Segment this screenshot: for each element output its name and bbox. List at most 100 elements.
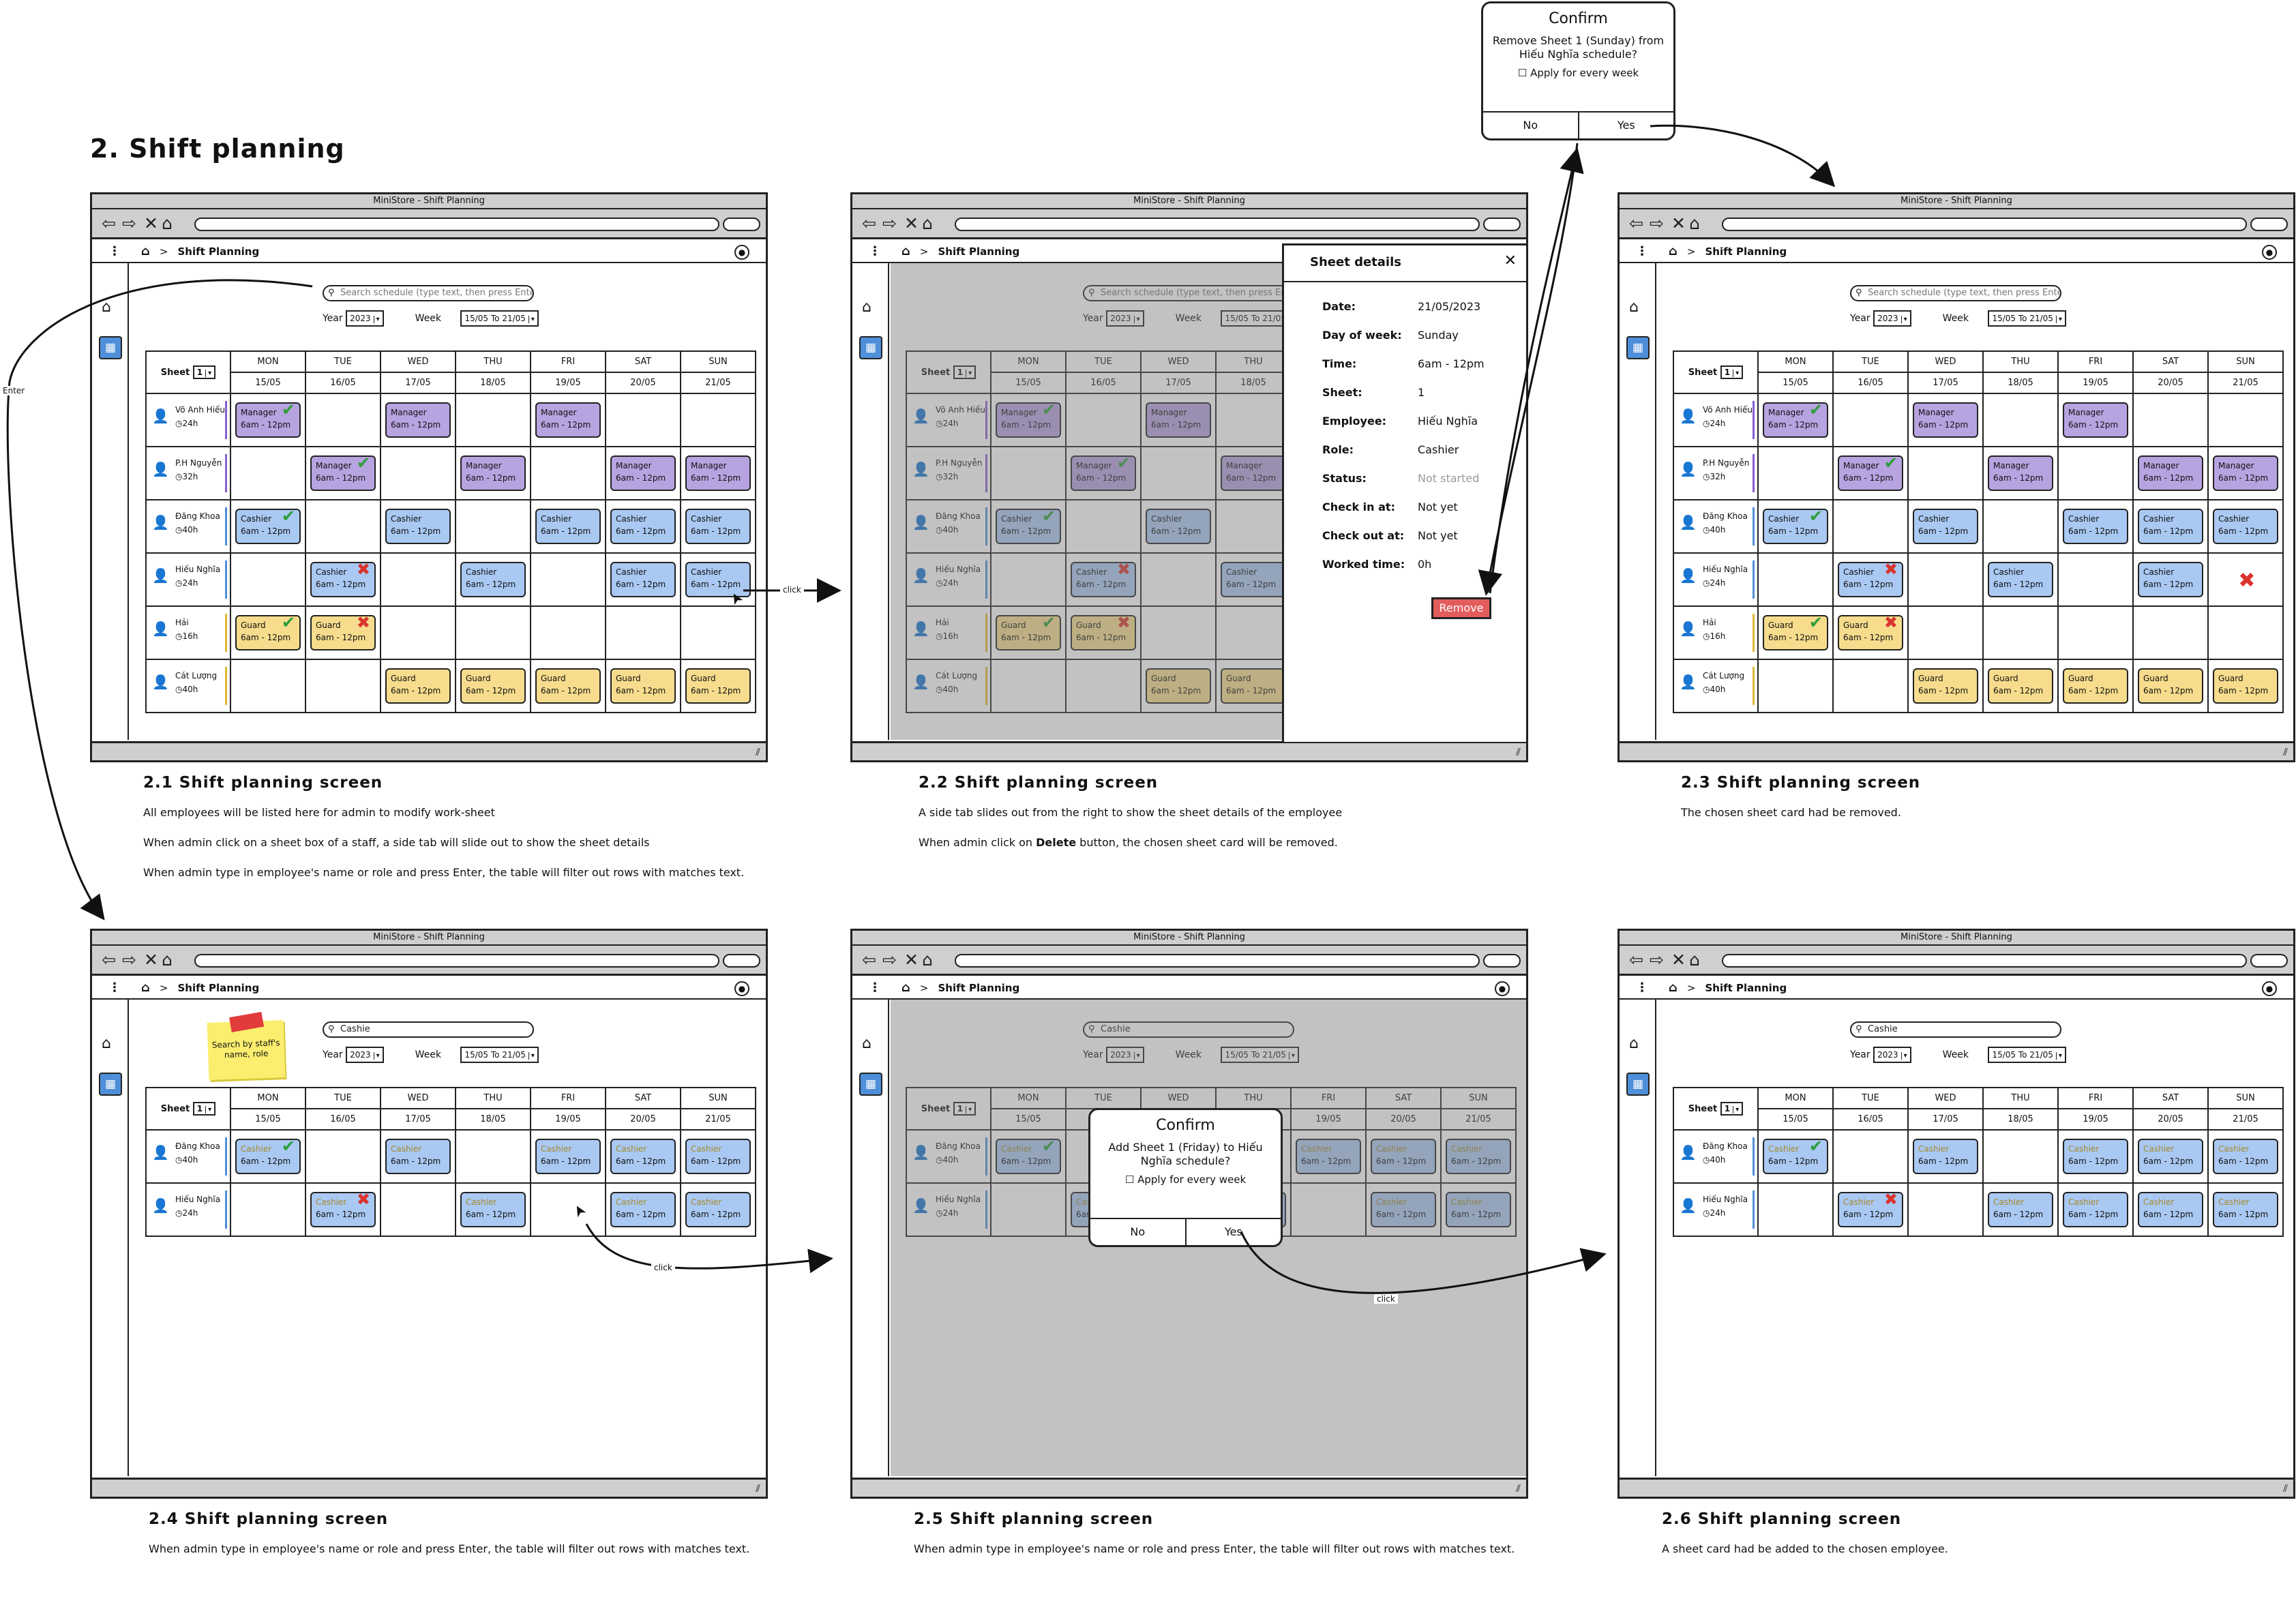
year-select[interactable]: 2023 ▾: [1873, 1047, 1911, 1063]
back-icon[interactable]: ⇦: [862, 951, 876, 970]
schedule-cell[interactable]: Guard 6am - 12pm: [2132, 659, 2209, 713]
schedule-cell[interactable]: [2057, 605, 2134, 660]
schedule-cell[interactable]: Cashier 6am - 12pm: [680, 1129, 756, 1184]
home-icon[interactable]: ⌂: [102, 299, 111, 316]
browser-search-button[interactable]: [723, 954, 760, 968]
shift-card[interactable]: Guard 6am - 12pm ✔: [1763, 615, 1828, 650]
sheet-select[interactable]: 1 ▾: [192, 365, 216, 379]
schedule-cell[interactable]: Cashier 6am - 12pm ✔: [1757, 499, 1834, 554]
shift-card[interactable]: Manager 6am - 12pm: [1913, 402, 1978, 438]
shift-card[interactable]: Manager 6am - 12pm: [535, 402, 601, 438]
schedule-cell[interactable]: [1832, 1129, 1909, 1184]
calendar-icon[interactable]: ▦: [1626, 336, 1650, 359]
shift-card[interactable]: Cashier 6am - 12pm ✔: [235, 1139, 301, 1174]
schedule-cell[interactable]: Cashier 6am - 12pm: [1907, 1129, 1984, 1184]
address-bar[interactable]: [194, 954, 719, 968]
forward-icon[interactable]: ⇨: [122, 951, 136, 970]
home-icon[interactable]: ⌂: [1669, 244, 1678, 258]
schedule-cell[interactable]: Manager 6am - 12pm: [1982, 446, 2059, 500]
schedule-cell[interactable]: [230, 659, 306, 713]
remove-button[interactable]: Remove: [1431, 597, 1491, 619]
sheet-selector[interactable]: Sheet 1 ▾: [1673, 1087, 1759, 1131]
schedule-cell[interactable]: [2057, 552, 2134, 607]
schedule-cell[interactable]: [530, 1182, 606, 1237]
shift-card[interactable]: Cashier 6am - 12pm: [610, 1192, 676, 1227]
shift-card[interactable]: Cashier 6am - 12pm: [2063, 1139, 2128, 1174]
calendar-icon[interactable]: ▦: [859, 1073, 882, 1096]
back-icon[interactable]: ⇦: [862, 214, 876, 233]
schedule-cell[interactable]: [1832, 499, 1909, 554]
no-button[interactable]: No: [1483, 113, 1578, 138]
forward-icon[interactable]: ⇨: [122, 214, 136, 233]
schedule-cell[interactable]: Cashier 6am - 12pm: [2207, 1182, 2284, 1237]
schedule-cell[interactable]: Guard 6am - 12pm: [2207, 659, 2284, 713]
shift-card[interactable]: Manager 6am - 12pm: [385, 402, 451, 438]
schedule-cell[interactable]: [1757, 552, 1834, 607]
shift-card[interactable]: Cashier 6am - 12pm: [535, 509, 601, 544]
shift-card[interactable]: Cashier 6am - 12pm: [460, 1192, 526, 1227]
shift-card[interactable]: Cashier 6am - 12pm: [1988, 562, 2053, 597]
shift-card[interactable]: Guard 6am - 12pm: [1913, 668, 1978, 704]
schedule-cell[interactable]: [1907, 552, 1984, 607]
schedule-cell[interactable]: [1907, 1182, 1984, 1237]
calendar-icon[interactable]: ▦: [99, 336, 122, 359]
sheet-select[interactable]: 1 ▾: [1720, 1102, 1744, 1116]
search-input[interactable]: ⚲ Cashie: [323, 1021, 534, 1038]
yes-button[interactable]: Yes: [1577, 113, 1674, 138]
shift-card[interactable]: Guard 6am - 12pm: [460, 668, 526, 704]
user-avatar-icon[interactable]: ●: [734, 981, 749, 996]
schedule-cell[interactable]: Manager 6am - 12pm: [2207, 446, 2284, 500]
home-icon[interactable]: ⌂: [141, 981, 150, 995]
schedule-cell[interactable]: Cashier 6am - 12pm: [2132, 552, 2209, 607]
browser-search-button[interactable]: [723, 218, 760, 231]
sheet-selector[interactable]: Sheet 1 ▾: [1673, 350, 1759, 394]
schedule-cell[interactable]: Cashier 6am - 12pm: [605, 1129, 681, 1184]
resize-handle-icon[interactable]: ⫽: [756, 1482, 760, 1495]
schedule-cell[interactable]: Cashier6am - 12pm✖: [1832, 552, 1909, 607]
resize-handle-icon[interactable]: ⫽: [756, 746, 760, 758]
schedule-cell[interactable]: Cashier 6am - 12pm: [1982, 1182, 2059, 1237]
week-select[interactable]: 15/05 To 21/05▾: [1988, 310, 2066, 327]
shift-card[interactable]: Guard 6am - 12pm: [2063, 668, 2128, 704]
search-input[interactable]: ⚲ Search schedule (type text, then press …: [1850, 285, 2061, 301]
address-bar[interactable]: [955, 954, 1480, 968]
schedule-cell[interactable]: [1757, 446, 1834, 500]
calendar-icon[interactable]: ▦: [99, 1073, 122, 1096]
schedule-cell[interactable]: Manager 6am - 12pm ✔: [1757, 393, 1834, 447]
shift-card[interactable]: Guard 6am - 12pm: [1988, 668, 2053, 704]
schedule-cell[interactable]: Cashier 6am - 12pm: [605, 552, 681, 607]
shift-card[interactable]: Cashier 6am - 12pm: [2138, 509, 2203, 544]
address-bar[interactable]: [1722, 954, 2247, 968]
schedule-cell[interactable]: Manager 6am - 12pm: [2132, 446, 2209, 500]
schedule-cell[interactable]: Cashier 6am - 12pm: [455, 1182, 531, 1237]
schedule-cell[interactable]: [380, 1182, 456, 1237]
schedule-cell[interactable]: [1907, 605, 1984, 660]
schedule-cell[interactable]: Cashier 6am - 12pm ✔: [230, 1129, 306, 1184]
shift-card[interactable]: Cashier 6am - 12pm: [2213, 1139, 2278, 1174]
schedule-cell[interactable]: Cashier 6am - 12pm: [2132, 499, 2209, 554]
schedule-cell[interactable]: [455, 1129, 531, 1184]
sheet-selector[interactable]: Sheet 1 ▾: [145, 350, 231, 394]
schedule-cell[interactable]: Manager 6am - 12pm: [2057, 393, 2134, 447]
schedule-cell[interactable]: Guard 6am - 12pm ✖: [305, 605, 381, 660]
schedule-cell[interactable]: Cashier 6am - 12pm: [530, 499, 606, 554]
schedule-cell[interactable]: Cashier 6am - 12pm ✔: [1757, 1129, 1834, 1184]
week-select[interactable]: 15/05 To 21/05▾: [1988, 1047, 2066, 1063]
home-icon[interactable]: ⌂: [862, 1035, 871, 1052]
more-menu-icon[interactable]: ⋮: [1636, 981, 1648, 995]
shift-card[interactable]: Cashier 6am - 12pm: [2063, 509, 2128, 544]
schedule-cell[interactable]: Cashier 6am - 12pm: [380, 499, 456, 554]
home-icon[interactable]: ⌂: [901, 244, 910, 258]
close-icon[interactable]: ✕: [904, 951, 919, 970]
shift-card[interactable]: Manager 6am - 12pm: [2213, 455, 2278, 491]
shift-card[interactable]: Cashier 6am - 12pm: [1913, 1139, 1978, 1174]
close-icon[interactable]: ✕: [1671, 214, 1686, 233]
home-icon[interactable]: ⌂: [922, 214, 933, 233]
schedule-cell[interactable]: [530, 446, 606, 500]
schedule-cell[interactable]: Guard 6am - 12pm: [2057, 659, 2134, 713]
schedule-cell[interactable]: [2132, 605, 2209, 660]
schedule-cell[interactable]: Manager 6am - 12pm: [380, 393, 456, 447]
schedule-cell[interactable]: Cashier 6am - 12pm: [380, 1129, 456, 1184]
schedule-cell[interactable]: [380, 552, 456, 607]
more-menu-icon[interactable]: ⋮: [108, 244, 121, 258]
